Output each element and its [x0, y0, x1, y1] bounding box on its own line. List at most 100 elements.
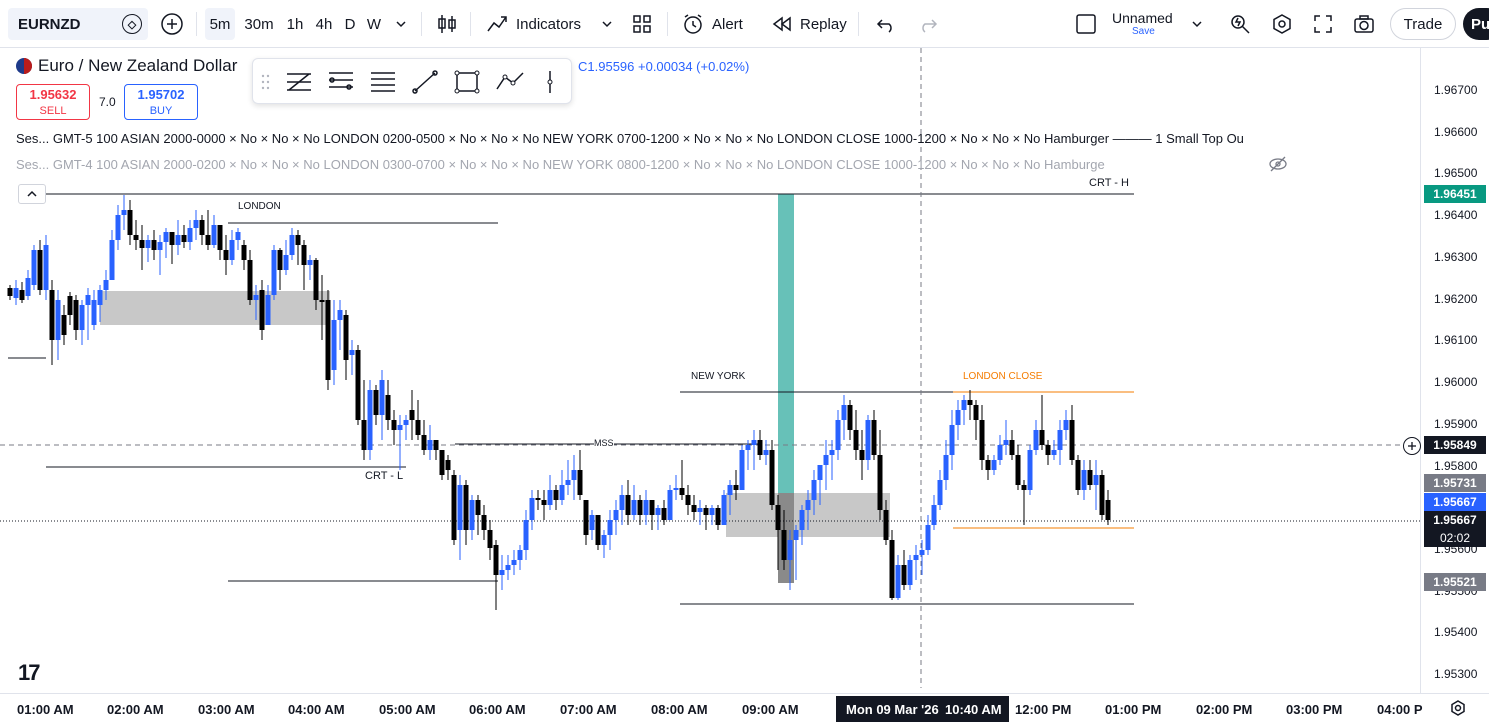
candle-body — [469, 500, 475, 530]
candle-body — [751, 440, 757, 445]
price-tag: 1.96451 — [1424, 185, 1486, 203]
trade-button[interactable]: Trade — [1390, 8, 1456, 40]
candle-body — [1021, 485, 1027, 490]
quick-search-icon[interactable] — [1229, 0, 1251, 48]
candle-body — [13, 288, 19, 298]
candle-body — [181, 235, 187, 242]
undo-icon[interactable] — [876, 0, 896, 48]
path-icon[interactable] — [495, 69, 525, 100]
divider — [196, 12, 197, 36]
candle-body — [679, 488, 685, 495]
candle-body — [613, 510, 619, 520]
price-tick-label: 1.96200 — [1434, 292, 1478, 306]
candle-body — [961, 400, 967, 410]
candle-body — [973, 405, 979, 420]
candles-icon[interactable] — [436, 0, 458, 48]
fullscreen-icon[interactable] — [1313, 0, 1333, 48]
price-tag: 1.95521 — [1424, 573, 1486, 591]
chevron-down-icon[interactable] — [600, 0, 614, 48]
candle-body — [685, 495, 691, 505]
candle-body — [649, 500, 655, 515]
candle-body — [745, 445, 751, 450]
candle-body — [379, 380, 385, 415]
candle-body — [997, 445, 1003, 460]
candle-body — [19, 290, 25, 300]
timeframe-d[interactable]: D — [342, 8, 358, 40]
candle-body — [1063, 420, 1069, 430]
buy-button[interactable]: 1.95702 BUY — [124, 84, 198, 120]
candle-body — [199, 220, 205, 235]
candle-body — [427, 440, 433, 450]
settings-icon[interactable] — [1271, 0, 1293, 48]
candle-body — [145, 240, 151, 248]
redo-icon[interactable] — [918, 0, 938, 48]
session-indicator-2[interactable]: Ses... GMT-4 100 ASIAN 2000-0200 × No × … — [16, 157, 1266, 172]
diamond-icon[interactable]: ◇ — [122, 14, 142, 34]
candle-body — [457, 485, 463, 530]
candle-body — [259, 290, 265, 330]
session-indicator-1[interactable]: Ses... GMT-5 100 ASIAN 2000-0000 × No × … — [16, 131, 1421, 146]
candle-body — [523, 520, 529, 550]
candle-body — [97, 290, 103, 305]
symbol-label: EURNZD — [18, 15, 81, 33]
horizontal-lines-icon[interactable] — [369, 69, 397, 100]
divider — [470, 12, 471, 36]
candle-body — [1057, 430, 1063, 450]
time-tick-label: 12:00 PM — [1015, 702, 1072, 717]
timeframe-1h[interactable]: 1h — [284, 8, 306, 40]
drawing-toolbar — [252, 58, 572, 104]
candle-body — [697, 508, 703, 512]
time-axis-settings-icon[interactable] — [1449, 699, 1467, 722]
layout-name-button[interactable]: Unnamed Save — [1112, 10, 1173, 38]
timeframe-5m[interactable]: 5m — [205, 8, 235, 40]
sell-button[interactable]: 1.95632 SELL — [16, 84, 90, 120]
sell-label: SELL — [39, 105, 67, 117]
vertical-line-icon[interactable] — [543, 69, 557, 100]
layout-save-label: Save — [1132, 26, 1155, 37]
candle-body — [451, 475, 457, 540]
candle-body — [529, 498, 535, 520]
candle-body — [325, 300, 331, 380]
candle-body — [463, 485, 469, 530]
timeframe-30m[interactable]: 30m — [242, 8, 276, 40]
candle-body — [919, 550, 925, 555]
trend-line-icon[interactable] — [411, 69, 439, 100]
fib-retracement-icon[interactable] — [285, 69, 313, 100]
candle-body — [133, 235, 139, 240]
chevron-down-icon[interactable] — [1190, 0, 1204, 48]
time-tick-label: 07:00 AM — [560, 702, 617, 717]
layouts-icon[interactable] — [632, 0, 652, 48]
candle-body — [73, 300, 79, 330]
fib-extension-icon[interactable] — [327, 69, 355, 100]
tradingview-logo: 17 — [18, 660, 41, 685]
candle-body — [127, 210, 133, 235]
candle-body — [157, 242, 163, 250]
candle-body — [901, 565, 907, 585]
top-toolbar: EURNZD ◇ 5m 30m 1h 4h D W Indicators Ale… — [0, 0, 1489, 48]
alert-button[interactable]: Alert — [682, 0, 743, 48]
camera-icon[interactable] — [1353, 0, 1375, 48]
symbol-search-button[interactable]: EURNZD ◇ — [8, 8, 148, 40]
price-tag: 1.95667 — [1424, 511, 1486, 529]
candle-body — [949, 425, 955, 455]
candle-body — [475, 500, 481, 515]
layout-checkbox[interactable] — [1075, 0, 1097, 48]
chevron-down-icon[interactable] — [394, 0, 408, 48]
rectangle-icon[interactable] — [453, 69, 481, 100]
collapse-legend-button[interactable] — [18, 184, 46, 204]
replay-button[interactable]: Replay — [772, 0, 847, 48]
candle-body — [505, 565, 511, 570]
timeframe-4h[interactable]: 4h — [313, 8, 335, 40]
candle-body — [595, 515, 601, 545]
indicators-button[interactable]: Indicators — [486, 0, 581, 48]
drag-handle-icon[interactable] — [261, 73, 271, 96]
add-symbol-icon[interactable] — [160, 0, 184, 48]
publish-button[interactable]: Pu — [1463, 8, 1489, 40]
timeframe-w[interactable]: W — [364, 8, 384, 40]
candle-body — [391, 420, 397, 430]
candle-body — [565, 480, 571, 485]
add-alert-plus-icon[interactable] — [1403, 437, 1421, 455]
candle-body — [235, 232, 241, 240]
candle-body — [1009, 440, 1015, 455]
hidden-eye-icon[interactable] — [1268, 156, 1288, 177]
